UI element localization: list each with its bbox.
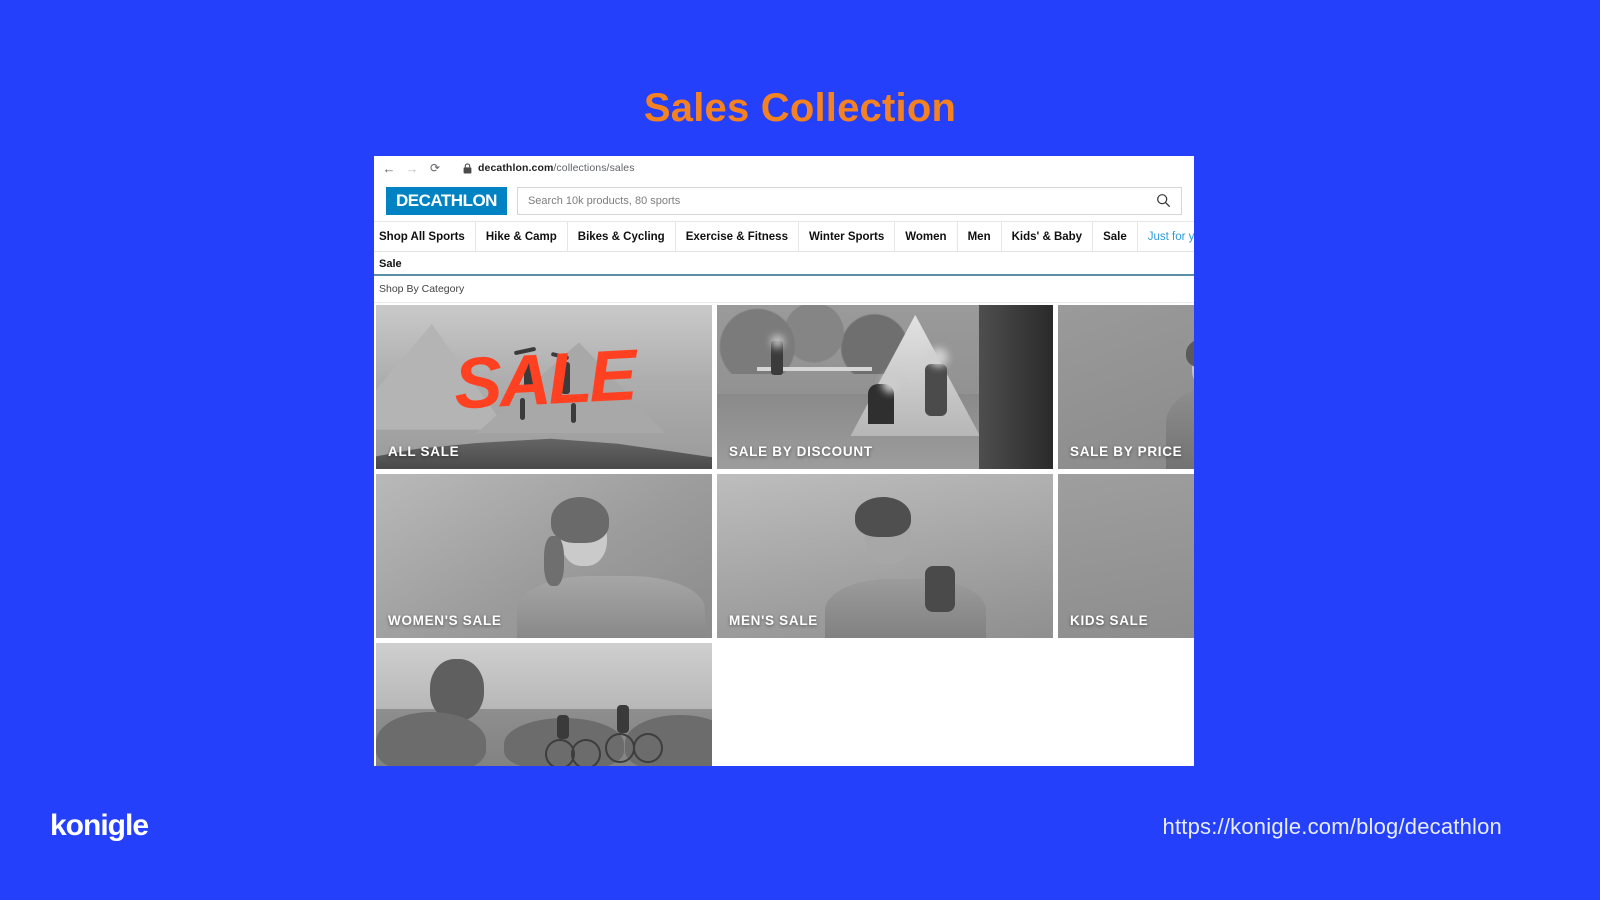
main-navigation: Shop All Sports Hike & Camp Bikes & Cycl…	[374, 222, 1194, 252]
tile-sale-overlay-text: SALE	[452, 335, 636, 426]
tile-womens-sale[interactable]: WOMEN'S SALE	[376, 474, 712, 638]
tile-label-kids-sale: KIDS SALE	[1070, 613, 1149, 628]
nav-item-women[interactable]: Women	[895, 222, 958, 251]
tile-label-sale-by-price: SALE BY PRICE	[1070, 444, 1183, 459]
tile-label-sale-by-discount: SALE BY DISCOUNT	[729, 444, 873, 459]
nav-item-sale[interactable]: Sale	[1093, 222, 1138, 251]
footer-url: https://konigle.com/blog/decathlon	[1162, 814, 1502, 839]
url-host: decathlon.com	[478, 162, 554, 174]
tile-cycling-sale[interactable]	[376, 643, 712, 766]
konigle-logo: konigle	[50, 809, 149, 842]
tile-sale-by-discount[interactable]: SALE BY DISCOUNT	[717, 305, 1053, 469]
decathlon-logo[interactable]: DECATHLON	[386, 186, 507, 215]
browser-chrome-bar: ← → ⟳ decathlon.com/collections/sales	[374, 156, 1194, 180]
search-input[interactable]	[527, 194, 1156, 207]
category-tile-grid: SALE ALL SALE SALE BY DISCOUNT SALE BY P…	[374, 305, 1194, 766]
back-arrow-icon[interactable]: ←	[382, 161, 396, 175]
tile-kids-sale[interactable]: KIDS SALE	[1058, 474, 1194, 638]
shop-by-category-label: Shop By Category	[374, 276, 1194, 303]
tile-photo-cyclists-road	[376, 643, 712, 766]
nav-item-hike-and-camp[interactable]: Hike & Camp	[476, 222, 568, 251]
nav-item-exercise-and-fitness[interactable]: Exercise & Fitness	[676, 222, 799, 251]
tile-all-sale[interactable]: SALE ALL SALE	[376, 305, 712, 469]
tile-sale-by-price[interactable]: SALE BY PRICE	[1058, 305, 1194, 469]
page-heading: Sale	[374, 252, 1194, 276]
tile-label-all-sale: ALL SALE	[388, 444, 460, 459]
nav-item-just-for-you[interactable]: Just for you	[1138, 222, 1194, 251]
tile-label-mens-sale: MEN'S SALE	[729, 613, 818, 628]
nav-item-winter-sports[interactable]: Winter Sports	[799, 222, 896, 251]
url-path: /collections/sales	[553, 162, 635, 174]
search-icon[interactable]	[1156, 193, 1171, 208]
tile-empty-slot-b	[1058, 643, 1194, 766]
lock-icon	[463, 162, 472, 173]
tile-label-womens-sale: WOMEN'S SALE	[388, 613, 502, 628]
forward-arrow-icon[interactable]: →	[405, 161, 419, 175]
address-bar[interactable]: decathlon.com/collections/sales	[463, 162, 635, 174]
tile-mens-sale[interactable]: MEN'S SALE	[717, 474, 1053, 638]
site-header: DECATHLON	[374, 180, 1194, 222]
nav-item-shop-all-sports[interactable]: Shop All Sports	[374, 222, 476, 251]
tile-empty-slot-a	[717, 643, 1053, 766]
reload-icon[interactable]: ⟳	[428, 161, 442, 175]
slide-title: Sales Collection	[643, 86, 957, 130]
url-text: decathlon.com/collections/sales	[478, 162, 635, 174]
browser-window: ← → ⟳ decathlon.com/collections/sales DE…	[374, 156, 1194, 766]
nav-item-kids-and-baby[interactable]: Kids' & Baby	[1002, 222, 1094, 251]
page-title: Sale	[379, 258, 402, 270]
search-box[interactable]	[516, 186, 1182, 215]
nav-item-men[interactable]: Men	[958, 222, 1002, 251]
nav-item-bikes-and-cycling[interactable]: Bikes & Cycling	[568, 222, 676, 251]
